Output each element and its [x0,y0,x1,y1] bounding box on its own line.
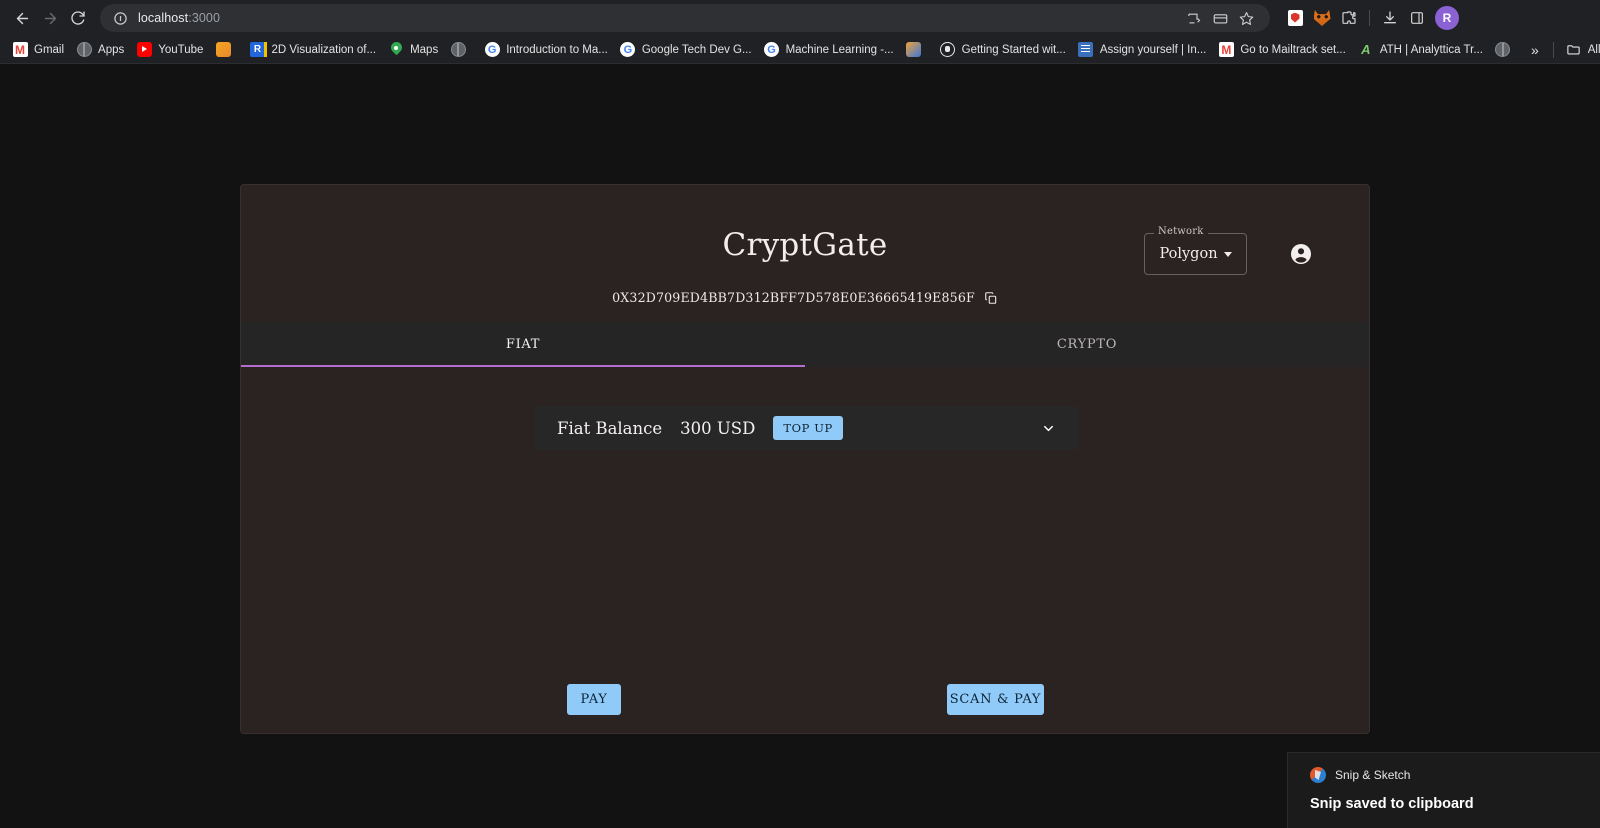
network-value: Polygon [1159,246,1218,262]
wallet-address: 0X32D709ED4BB7D312BFF7D578E0E36665419E85… [612,290,975,305]
google-g-icon: G [764,42,780,58]
fiat-balance-accordion[interactable]: Fiat Balance 300 USD TOP UP [535,406,1078,450]
account-circle-icon[interactable] [1289,242,1313,266]
extensions-puzzle-icon[interactable] [1336,5,1362,31]
all-bookmarks-label: All Boo [1587,43,1600,56]
profile-avatar[interactable]: R [1435,6,1459,30]
network-label: Network [1154,226,1208,237]
downloads-icon[interactable] [1377,5,1403,31]
orange-bookmark-icon [215,42,231,58]
cast-icon[interactable] [1182,6,1206,30]
browser-chrome: localhost:3000 R M Gmail Apps YouTube R … [0,0,1600,64]
bookmark-maps[interactable]: Maps [382,39,444,61]
apps-globe-icon [76,42,92,58]
globe-icon [1495,42,1511,58]
tab-crypto[interactable]: CRYPTO [805,322,1369,367]
bookmark-globe-1[interactable] [444,39,478,61]
chevron-down-icon[interactable] [1041,421,1056,436]
google-g-icon: G [484,42,500,58]
wallet-address-row: 0X32D709ED4BB7D312BFF7D578E0E36665419E85… [241,290,1369,305]
bookmark-machine-learning[interactable]: G Machine Learning -... [758,39,900,61]
bookmark-globe-2[interactable] [1489,39,1523,61]
bookmark-label: Machine Learning -... [785,43,894,56]
bookmark-star-icon[interactable] [1234,6,1258,30]
bookmark-assign-yourself[interactable]: Assign yourself | In... [1072,39,1213,61]
address-bar[interactable]: localhost:3000 [100,4,1270,32]
forward-button[interactable] [36,4,64,32]
github-icon [940,42,956,58]
bookmarks-overflow-button[interactable]: » [1523,40,1547,60]
side-panel-icon[interactable] [1404,5,1430,31]
folder-icon [1566,42,1582,58]
bookmarks-bar: Gmail Apps YouTube R 2D Visualization of.… [0,36,1600,64]
reload-button[interactable] [64,4,92,32]
analyttica-a-icon: A [1361,42,1371,57]
bookmarks-divider [1552,41,1554,58]
bookmark-label: Assign yourself | In... [1099,43,1207,56]
youtube-icon [136,42,152,58]
app-header: CryptGate 0X32D709ED4BB7D312BFF7D578E0E3… [241,185,1369,322]
bookmark-apps[interactable]: Apps [70,39,130,61]
toolbar-divider [1369,10,1370,26]
puzzle-colored-icon [906,42,922,58]
bookmark-puzzle[interactable] [900,39,934,61]
toast-app-name: Snip & Sketch [1335,768,1411,782]
system-toast-notification[interactable]: Snip & Sketch Snip saved to clipboard [1287,752,1600,828]
bookmark-label: Go to Mailtrack set... [1240,43,1346,56]
bookmark-label: Getting Started wit... [961,43,1066,56]
bookmark-introduction-to-ma[interactable]: G Introduction to Ma... [478,39,614,61]
bookmark-label: Apps [98,43,125,56]
tab-fiat[interactable]: FIAT [241,322,805,367]
spreadsheet-icon [1078,42,1094,58]
address-bar-url: localhost:3000 [138,11,220,25]
toast-app-row: Snip & Sketch [1310,767,1580,783]
chevron-down-icon [1223,251,1232,257]
back-button[interactable] [8,4,36,32]
bookmark-ath-analyttica-tr[interactable]: A ATH | Analyttica Tr... [1352,39,1489,61]
site-info-icon[interactable] [112,10,128,26]
bookmark-getting-started-wit[interactable]: Getting Started wit... [934,39,1072,61]
google-maps-pin-icon [388,42,404,58]
research-r-icon: R [249,42,267,58]
gmail-icon [12,42,28,58]
bookmark-orange[interactable] [209,39,243,61]
bookmark-go-to-mailtrack-set[interactable]: Go to Mailtrack set... [1212,39,1351,61]
url-port: :3000 [188,11,221,25]
extension-shield-icon[interactable] [1282,5,1308,31]
pay-button[interactable]: PAY [567,684,621,715]
bookmark-label: 2D Visualization of... [271,43,377,56]
cryptgate-app-card: CryptGate 0X32D709ED4BB7D312BFF7D578E0E3… [240,184,1370,734]
bookmark-gmail[interactable]: Gmail [6,39,70,61]
bookmark-2d-visualization[interactable]: R 2D Visualization of... [243,39,382,61]
bookmark-google-tech-dev-g[interactable]: G Google Tech Dev G... [614,39,758,61]
gmail-icon [1218,42,1234,58]
top-up-button[interactable]: TOP UP [773,416,843,440]
scan-and-pay-button[interactable]: SCAN & PAY [947,684,1044,715]
balance-amount: 300 USD [680,418,756,438]
google-g-icon: G [620,42,636,58]
browser-toolbar: localhost:3000 R [0,0,1600,36]
copy-icon[interactable] [984,291,998,305]
snip-sketch-icon [1310,767,1326,783]
address-bar-actions [1182,6,1258,30]
bookmark-label: Maps [410,43,439,56]
bookmark-label: YouTube [158,43,204,56]
tab-panel-fiat: Fiat Balance 300 USD TOP UP PAY SCAN & P… [241,367,1369,733]
network-selector[interactable]: Network Polygon [1144,226,1247,275]
bookmark-label: Introduction to Ma... [506,43,608,56]
metamask-fox-icon[interactable] [1309,5,1335,31]
bookmark-label: Google Tech Dev G... [641,43,752,56]
globe-icon [450,42,466,58]
payment-card-icon[interactable] [1208,6,1232,30]
balance-label: Fiat Balance [557,418,663,438]
toast-message: Snip saved to clipboard [1310,796,1474,812]
page-viewport: CryptGate 0X32D709ED4BB7D312BFF7D578E0E3… [0,64,1600,828]
bookmark-youtube[interactable]: YouTube [130,39,209,61]
url-host: localhost [138,11,189,25]
toolbar-extensions: R [1276,5,1459,31]
all-bookmarks-folder[interactable]: All Boo [1560,39,1600,61]
bookmark-label: Gmail [34,43,65,56]
wallet-tabs: FIAT CRYPTO [241,322,1369,367]
bookmark-label: ATH | Analyttica Tr... [1379,43,1483,56]
